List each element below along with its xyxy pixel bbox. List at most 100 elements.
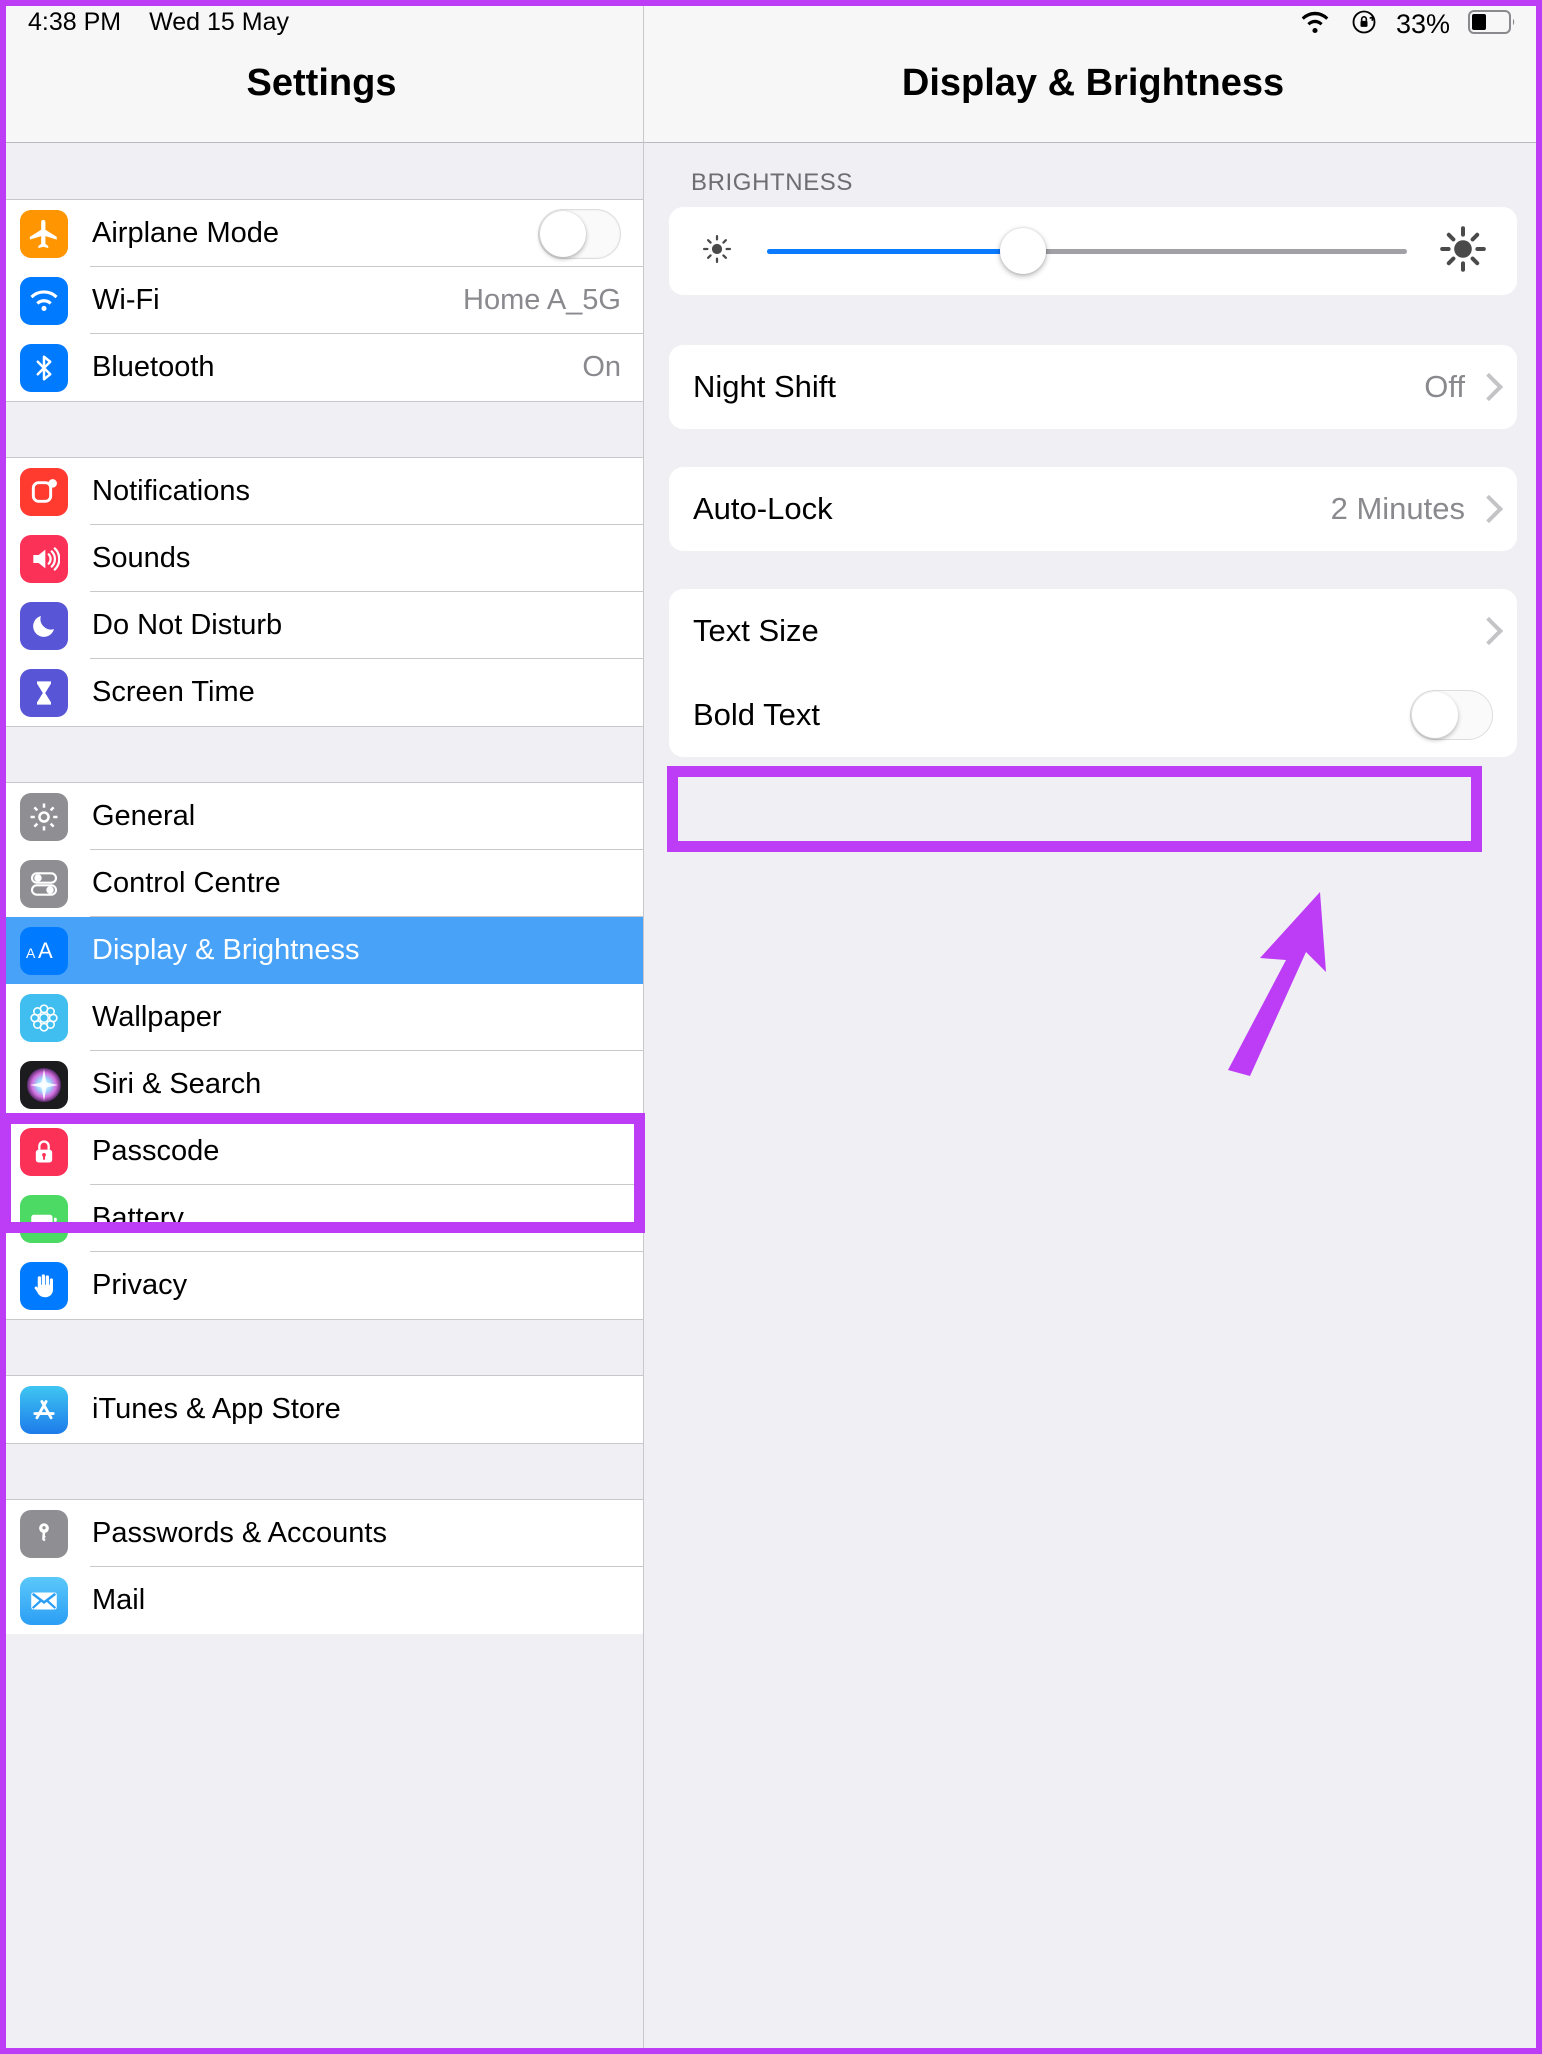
- text-options-card: Text Size Bold Text: [669, 589, 1517, 757]
- sidebar-item-passcode[interactable]: Passcode: [0, 1118, 643, 1185]
- sidebar-item-label: Wi-Fi: [92, 284, 160, 316]
- sidebar-item-label: Sounds: [92, 542, 191, 574]
- sidebar-header: 4:38 PM Wed 15 May Settings: [0, 0, 643, 143]
- display-brightness-panel: 33% Display & Brightness BRIGHTNESS Nigh…: [644, 0, 1542, 2054]
- annotation-arrow-bold-text-toggle: [1228, 892, 1326, 1076]
- text-size-label: Text Size: [693, 613, 819, 648]
- sidebar-item-label: Notifications: [92, 475, 250, 507]
- toggle-knob: [540, 210, 586, 257]
- sidebar-group-gap: [0, 1443, 643, 1500]
- sidebar-group-system: General Control Centre AA Display & Brig…: [0, 783, 643, 1319]
- lock-icon: [20, 1127, 68, 1176]
- sidebar-item-privacy[interactable]: Privacy: [0, 1252, 643, 1319]
- sidebar-group-connectivity: Airplane Mode Wi-Fi Home A_5G Bluetooth …: [0, 200, 643, 401]
- sidebar-item-screen-time[interactable]: Screen Time: [0, 659, 643, 726]
- key-icon: [20, 1509, 68, 1558]
- sidebar-item-battery[interactable]: Battery: [0, 1185, 643, 1252]
- status-bar-left: 4:38 PM Wed 15 May: [28, 8, 289, 37]
- brightness-slider[interactable]: [767, 228, 1407, 274]
- moon-icon: [20, 601, 68, 650]
- night-shift-value: Off: [1424, 369, 1465, 404]
- night-shift-card: Night Shift Off: [669, 345, 1517, 429]
- hourglass-icon: [20, 668, 68, 717]
- content-header: 33% Display & Brightness: [644, 0, 1542, 143]
- sidebar-item-do-not-disturb[interactable]: Do Not Disturb: [0, 592, 643, 659]
- auto-lock-accessory: 2 Minutes: [1331, 491, 1493, 527]
- auto-lock-card: Auto-Lock 2 Minutes: [669, 467, 1517, 551]
- status-date: Wed 15 May: [149, 8, 289, 36]
- status-time: 4:38 PM: [28, 8, 122, 36]
- sidebar-item-notifications[interactable]: Notifications: [0, 458, 643, 525]
- wifi-network-value: Home A_5G: [463, 284, 621, 316]
- sidebar-item-label: Display & Brightness: [92, 934, 360, 966]
- airplane-mode-toggle[interactable]: [538, 208, 621, 259]
- sidebar-item-mail[interactable]: Mail: [0, 1567, 643, 1634]
- brightness-card: [669, 207, 1517, 295]
- wallpaper-icon: [20, 993, 68, 1042]
- hand-icon: [20, 1261, 68, 1310]
- svg-text:A: A: [26, 945, 36, 961]
- status-bar-right: 33%: [1298, 8, 1516, 41]
- sidebar-item-airplane-mode[interactable]: Airplane Mode: [0, 200, 643, 267]
- sidebar-item-bluetooth[interactable]: Bluetooth On: [0, 334, 643, 401]
- sidebar-item-label: Battery: [92, 1202, 184, 1234]
- sidebar-item-label: General: [92, 800, 196, 832]
- sidebar-item-passwords-accounts[interactable]: Passwords & Accounts: [0, 1500, 643, 1567]
- sidebar-item-display-and-brightness[interactable]: AA Display & Brightness: [0, 917, 643, 984]
- night-shift-row[interactable]: Night Shift Off: [669, 345, 1517, 429]
- sidebar-item-sounds[interactable]: Sounds: [0, 525, 643, 592]
- chevron-right-icon: [1479, 618, 1493, 644]
- auto-lock-label: Auto-Lock: [693, 491, 833, 526]
- wifi-icon: [1298, 9, 1332, 40]
- sidebar-group-gap: [0, 401, 643, 458]
- chevron-right-icon: [1479, 374, 1493, 400]
- gear-icon: [20, 792, 68, 841]
- text-size-accessory: [1479, 618, 1493, 644]
- brightness-section-header: BRIGHTNESS: [691, 169, 854, 196]
- sidebar-item-siri-and-search[interactable]: Siri & Search: [0, 1051, 643, 1118]
- text-size-icon: AA: [20, 926, 68, 975]
- sun-low-icon: [699, 231, 735, 272]
- rotation-lock-icon: [1350, 8, 1378, 41]
- sidebar-group-stores: iTunes & App Store: [0, 1376, 643, 1443]
- battery-icon: [20, 1194, 68, 1243]
- sidebar-item-wallpaper[interactable]: Wallpaper: [0, 984, 643, 1051]
- night-shift-label: Night Shift: [693, 369, 837, 404]
- ipad-settings-screen: 4:38 PM Wed 15 May Settings Airplane Mod…: [0, 0, 1542, 2054]
- sidebar-item-label: Screen Time: [92, 676, 255, 708]
- sidebar-item-label: Passwords & Accounts: [92, 1517, 387, 1549]
- svg-text:A: A: [38, 938, 53, 963]
- brightness-slider-knob[interactable]: [1000, 228, 1046, 274]
- bold-text-toggle[interactable]: [1410, 690, 1493, 740]
- sidebar-group-gap: [0, 143, 643, 200]
- auto-lock-row[interactable]: Auto-Lock 2 Minutes: [669, 467, 1517, 551]
- sidebar-item-general[interactable]: General: [0, 783, 643, 850]
- sidebar-item-label: Airplane Mode: [92, 217, 279, 249]
- sidebar-item-control-centre[interactable]: Control Centre: [0, 850, 643, 917]
- sidebar-item-itunes-app-store[interactable]: iTunes & App Store: [0, 1376, 643, 1443]
- content-page-title: Display & Brightness: [901, 62, 1285, 104]
- sidebar-group-gap: [0, 726, 643, 783]
- bluetooth-icon: [20, 343, 68, 392]
- sidebar-item-label: Passcode: [92, 1135, 220, 1167]
- wifi-icon: [20, 276, 68, 325]
- panel-divider: [643, 0, 644, 2054]
- sidebar-item-label: Siri & Search: [92, 1068, 262, 1100]
- sidebar-item-label: Control Centre: [92, 867, 281, 899]
- sidebar-item-label: Do Not Disturb: [92, 609, 283, 641]
- night-shift-accessory: Off: [1424, 369, 1493, 405]
- siri-icon: [20, 1060, 68, 1109]
- app-store-icon: [20, 1385, 68, 1434]
- control-centre-icon: [20, 859, 68, 908]
- auto-lock-value: 2 Minutes: [1330, 491, 1465, 526]
- sidebar-group-notifications: Notifications Sounds Do Not Disturb Scre…: [0, 458, 643, 726]
- bold-text-row[interactable]: Bold Text: [669, 673, 1517, 757]
- sounds-icon: [20, 534, 68, 583]
- sidebar-group-accounts: Passwords & Accounts Mail: [0, 1500, 643, 1634]
- sidebar-item-label: Bluetooth: [92, 351, 215, 383]
- bluetooth-state-value: On: [582, 351, 621, 383]
- sidebar-item-wifi[interactable]: Wi-Fi Home A_5G: [0, 267, 643, 334]
- text-size-row[interactable]: Text Size: [669, 589, 1517, 673]
